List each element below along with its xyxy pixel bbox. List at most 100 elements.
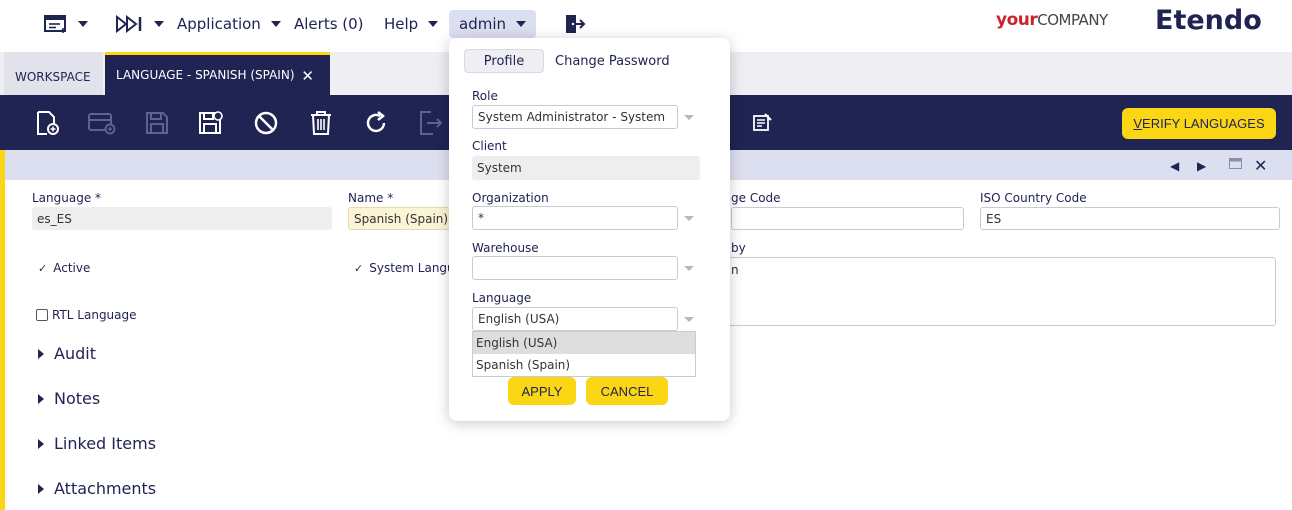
organization-label: Organization	[472, 191, 549, 205]
dropdown-arrow-icon[interactable]	[684, 317, 694, 322]
language-code-field[interactable]	[731, 207, 964, 230]
active-checkbox-label: Active	[53, 261, 91, 275]
tab-language-spanish[interactable]: LANGUAGE - SPANISH (SPAIN) ✕	[105, 52, 330, 95]
company-logo-bold: your	[996, 10, 1038, 30]
maximize-icon[interactable]	[1229, 158, 1242, 172]
new-document-button[interactable]	[33, 109, 61, 137]
window-menu-icon	[44, 15, 66, 33]
help-menu[interactable]: Help	[384, 0, 439, 48]
translated-by-field[interactable]: n	[725, 257, 1276, 326]
language-option[interactable]: Spanish (Spain)	[473, 354, 695, 376]
translated-by-label: by	[731, 241, 746, 255]
delete-icon	[311, 111, 331, 135]
chevron-down-icon	[270, 21, 281, 27]
role-select[interactable]: System Administrator - System	[472, 105, 678, 129]
cancel-button[interactable]: CANCEL	[586, 377, 668, 405]
save-icon	[146, 112, 168, 134]
language-select-label: Language	[472, 291, 532, 305]
apply-button[interactable]: APPLY	[508, 377, 576, 405]
company-logo: yourCOMPANY	[996, 10, 1108, 30]
rtl-language-checkbox[interactable]: RTL Language	[36, 308, 137, 322]
expand-arrow-icon	[38, 348, 44, 359]
verify-languages-accesskey: V	[1133, 116, 1143, 131]
close-tab-icon[interactable]: ✕	[301, 67, 314, 85]
dropdown-arrow-icon[interactable]	[684, 115, 694, 120]
user-menu-label: admin	[459, 15, 506, 33]
client-field: System	[472, 156, 700, 180]
chevron-down-icon	[428, 21, 439, 27]
section-audit-label: Audit	[54, 344, 96, 363]
section-notes[interactable]: Notes	[38, 389, 100, 408]
alerts-label: Alerts (0)	[294, 15, 364, 33]
next-record-icon[interactable]: ▶	[1197, 159, 1206, 173]
tab-profile[interactable]: Profile	[464, 49, 544, 73]
section-linked-items-label: Linked Items	[54, 434, 157, 453]
chevron-down-icon	[78, 21, 88, 27]
undo-button[interactable]	[252, 109, 280, 137]
expand-arrow-icon	[38, 438, 44, 449]
rtl-language-label: RTL Language	[52, 308, 137, 322]
language-field[interactable]: es_ES	[32, 207, 332, 230]
name-field[interactable]: Spanish (Spain)	[348, 207, 450, 230]
new-document-icon	[37, 111, 59, 135]
export-button[interactable]	[416, 109, 444, 137]
warehouse-select[interactable]	[472, 256, 678, 280]
active-checkbox[interactable]: ✓ Active	[38, 261, 90, 275]
language-select[interactable]: English (USA)	[472, 307, 678, 331]
refresh-button[interactable]	[362, 109, 390, 137]
undo-icon	[254, 111, 278, 135]
tab-change-password[interactable]: Change Password	[555, 49, 670, 73]
dropdown-arrow-icon[interactable]	[684, 266, 694, 271]
active-form-indicator	[0, 150, 5, 510]
prev-record-icon[interactable]: ◀	[1170, 159, 1179, 173]
new-row-icon	[88, 113, 116, 135]
iso-country-code-field[interactable]: ES	[980, 207, 1280, 230]
alerts-link[interactable]: Alerts (0)	[294, 0, 364, 48]
checkbox-box	[36, 309, 48, 321]
profile-popup: Profile Change Password Role System Admi…	[449, 38, 730, 421]
dropdown-arrow-icon[interactable]	[684, 216, 694, 221]
language-option[interactable]: English (USA)	[473, 332, 695, 354]
expand-arrow-icon	[38, 393, 44, 404]
new-row-button[interactable]	[88, 109, 116, 137]
close-form-icon[interactable]: ✕	[1254, 156, 1267, 175]
section-attachments[interactable]: Attachments	[38, 479, 156, 498]
section-attachments-label: Attachments	[54, 479, 157, 498]
iso-country-code-label: ISO Country Code	[980, 191, 1087, 205]
section-linked-items[interactable]: Linked Items	[38, 434, 156, 453]
language-options-list: English (USA) Spanish (Spain)	[472, 331, 696, 377]
application-menu[interactable]: Application	[177, 0, 281, 48]
logout-icon	[566, 15, 586, 33]
user-menu-button[interactable]: admin	[449, 10, 536, 38]
section-audit[interactable]: Audit	[38, 344, 96, 363]
delete-button[interactable]	[307, 109, 335, 137]
verify-languages-label: ERIFY LANGUAGES	[1142, 116, 1265, 131]
expand-arrow-icon	[38, 483, 44, 494]
verify-languages-button[interactable]: V ERIFY LANGUAGES	[1122, 108, 1276, 139]
client-label: Client	[472, 139, 507, 153]
save-close-button[interactable]	[197, 109, 225, 137]
system-language-checkbox[interactable]: ✓ System Langu	[354, 261, 455, 275]
save-button[interactable]	[143, 109, 171, 137]
system-language-label: System Langu	[369, 261, 455, 275]
report-button[interactable]	[748, 109, 776, 137]
tab-workspace[interactable]: WORKSPACE	[4, 52, 103, 95]
organization-select[interactable]: *	[472, 206, 678, 230]
tab-language-label: LANGUAGE - SPANISH (SPAIN)	[116, 68, 295, 82]
chevron-down-icon	[516, 21, 526, 27]
checkmark-icon: ✓	[354, 261, 364, 275]
window-menu-button[interactable]	[44, 0, 88, 48]
quick-launch-icon	[116, 15, 142, 33]
application-menu-label: Application	[177, 15, 261, 33]
company-logo-rest: COMPANY	[1037, 11, 1108, 29]
section-notes-label: Notes	[54, 389, 101, 408]
language-field-label: Language *	[32, 191, 102, 205]
warehouse-label: Warehouse	[472, 241, 539, 255]
chevron-down-icon	[154, 21, 164, 27]
help-menu-label: Help	[384, 15, 419, 33]
role-label: Role	[472, 89, 498, 103]
language-code-label: ge Code	[731, 191, 781, 205]
refresh-icon	[366, 111, 386, 133]
quick-launch-button[interactable]	[116, 0, 164, 48]
checkmark-icon: ✓	[38, 261, 48, 275]
